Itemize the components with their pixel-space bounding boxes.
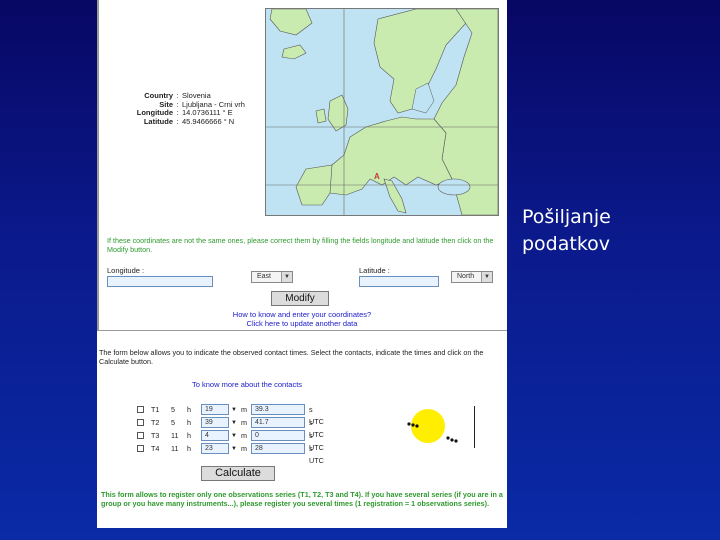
hour-unit: h [187, 418, 191, 427]
second-value: 41.7 [255, 419, 269, 426]
hour-unit: h [187, 431, 191, 440]
latitude-label: Latitude : [359, 266, 390, 275]
minute-select[interactable]: 23 [201, 443, 229, 454]
divider [97, 330, 507, 331]
north-south-select[interactable]: North ▼ [451, 271, 493, 283]
hour-unit: h [187, 444, 191, 453]
europe-map[interactable]: A [265, 8, 499, 216]
chevron-down-icon: ▼ [231, 433, 237, 439]
second-input[interactable]: 41.7 [251, 417, 305, 428]
site-label: Latitude [143, 116, 173, 126]
coords-warning: If these coordinates are not the same on… [107, 236, 494, 254]
modify-button[interactable]: Modify [271, 291, 329, 306]
second-value: 39.3 [255, 406, 269, 413]
second-input[interactable]: 28 [251, 443, 305, 454]
contact-checkbox[interactable] [137, 432, 144, 439]
sun-axis-line [474, 406, 475, 448]
longitude-label: Longitude : [107, 266, 145, 275]
north-south-value: North [457, 273, 475, 280]
contact-hour: 5 [171, 405, 175, 414]
caption-line-2: podatkov [522, 233, 611, 255]
minute-select[interactable]: 39 [201, 417, 229, 428]
contact-hour: 11 [171, 444, 179, 453]
east-west-value: East [257, 273, 272, 280]
longitude-input[interactable] [107, 276, 213, 287]
contact-checkbox[interactable] [137, 419, 144, 426]
site-marker: A [374, 172, 380, 181]
slide-caption: Pošiljanje podatkov [522, 204, 712, 258]
contact-label: T3 [151, 431, 160, 440]
caption-line-1: Pošiljanje [522, 206, 611, 228]
hour-unit: h [187, 405, 191, 414]
chevron-down-icon: ▼ [231, 446, 237, 452]
site-info: Country: Slovenia Site: Ljubljana - Crni… [117, 91, 282, 127]
calculate-button[interactable]: Calculate [201, 466, 275, 481]
chevron-down-icon: ▼ [231, 407, 237, 413]
minute-unit: m [241, 444, 247, 453]
screenshot-panel: Country: Slovenia Site: Ljubljana - Crni… [97, 0, 507, 528]
minute-unit: m [241, 431, 247, 440]
contact-label: T1 [151, 405, 160, 414]
contacts-intro: The form below allows you to indicate th… [99, 348, 484, 366]
contact-label: T4 [151, 444, 160, 453]
second-input[interactable]: 39.3 [251, 404, 305, 415]
east-west-select[interactable]: East ▼ [251, 271, 293, 283]
howto-link[interactable]: How to know and enter your coordinates? [197, 310, 407, 319]
series-note: This form allows to register only one ob… [101, 490, 503, 508]
contacts-more-link[interactable]: To know more about the contacts [157, 380, 337, 389]
contact-label: T2 [151, 418, 160, 427]
minute-unit: m [241, 418, 247, 427]
minute-value: 23 [205, 445, 213, 452]
update-link[interactable]: Click here to update another data [197, 319, 407, 328]
latitude-input[interactable] [359, 276, 439, 287]
utc-label: s UTC [309, 444, 324, 465]
minute-value: 19 [205, 406, 213, 413]
site-row: Latitude: 45.9466666 ° N [117, 116, 282, 127]
chevron-down-icon: ▼ [231, 420, 237, 426]
minute-select[interactable]: 4 [201, 430, 229, 441]
chevron-down-icon: ▼ [481, 272, 492, 282]
minute-value: 4 [205, 432, 209, 439]
second-value: 0 [255, 432, 259, 439]
contact-hour: 5 [171, 418, 175, 427]
minute-unit: m [241, 405, 247, 414]
minute-select[interactable]: 19 [201, 404, 229, 415]
minute-value: 39 [205, 419, 213, 426]
second-value: 28 [255, 445, 263, 452]
chevron-down-icon: ▼ [281, 272, 292, 282]
contact-checkbox[interactable] [137, 445, 144, 452]
map-graphic [266, 9, 498, 215]
contact-checkbox[interactable] [137, 406, 144, 413]
contact-hour: 11 [171, 431, 179, 440]
page-border [97, 0, 99, 330]
second-input[interactable]: 0 [251, 430, 305, 441]
sun-transit-diagram [407, 409, 458, 443]
